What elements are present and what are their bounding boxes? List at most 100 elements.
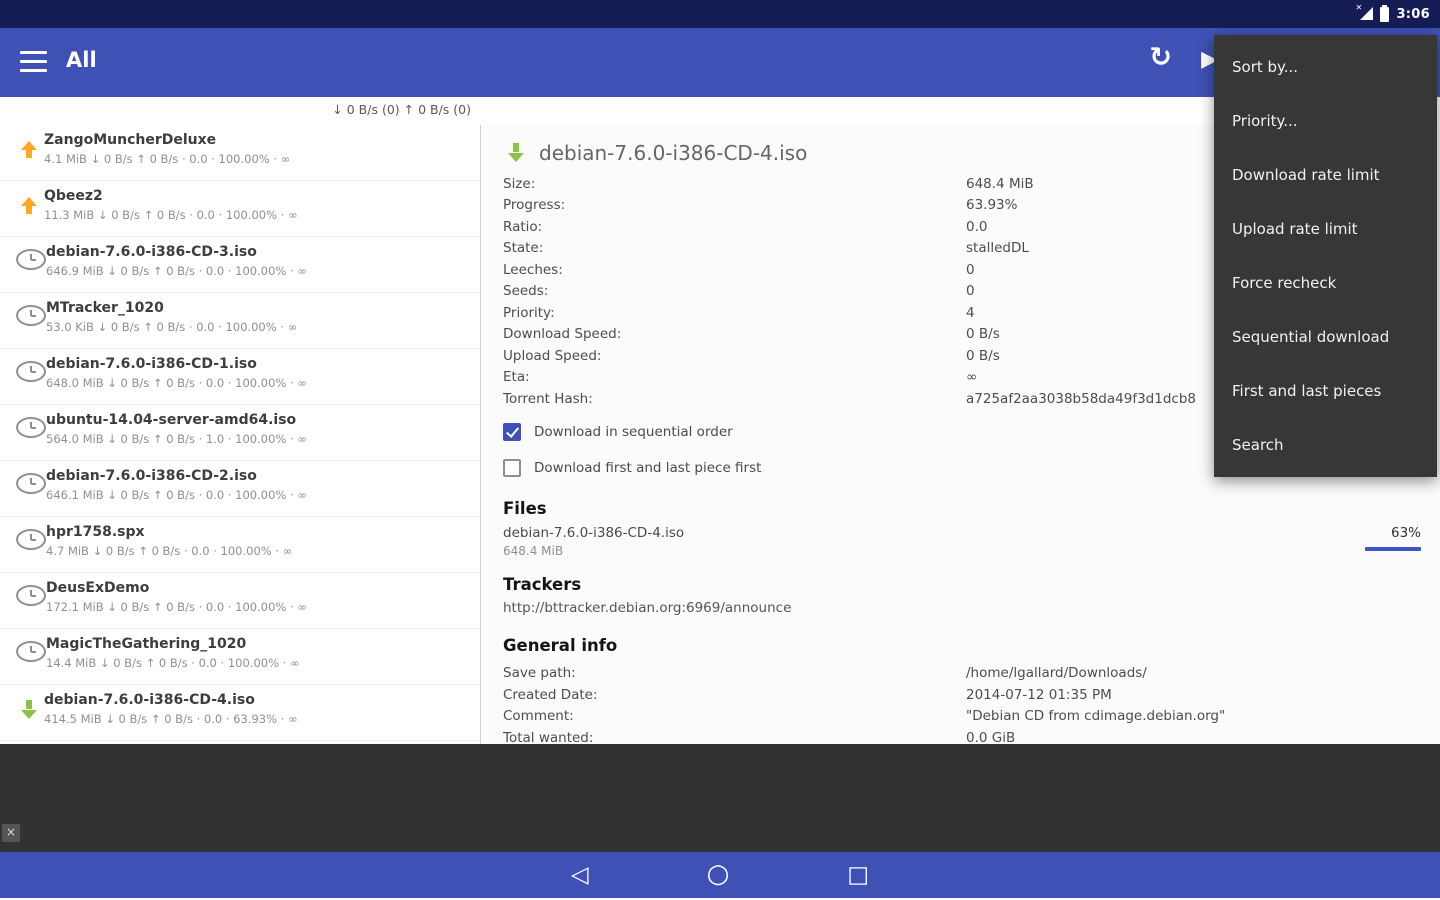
refresh-icon[interactable]: ↻ bbox=[1149, 42, 1172, 73]
torrent-name: ZangoMuncherDeluxe bbox=[44, 132, 217, 148]
menu-item-sort-by[interactable]: Sort by... bbox=[1214, 40, 1437, 94]
close-icon[interactable]: × bbox=[2, 824, 20, 842]
info-value: a725af2aa3038b58da49f3d1dcb8 bbox=[966, 390, 1196, 407]
info-value: "Debian CD from cdimage.debian.org" bbox=[966, 708, 1226, 725]
torrent-status-icon bbox=[16, 529, 46, 550]
menu-item-first-and-last-pieces[interactable]: First and last pieces bbox=[1214, 364, 1437, 418]
info-value: ∞ bbox=[966, 369, 978, 386]
torrent-row[interactable]: hpr1758.spx 4.7 MiB ↓ 0 B/s ↑ 0 B/s · 0.… bbox=[0, 517, 480, 573]
torrent-row[interactable]: DeusExDemo 172.1 MiB ↓ 0 B/s ↑ 0 B/s · 0… bbox=[0, 573, 480, 629]
torrent-status-icon bbox=[16, 641, 46, 662]
general-info-table: Save path: /home/lgallard/Downloads/ Crea… bbox=[503, 663, 1421, 749]
torrent-stats: 646.1 MiB ↓ 0 B/s ↑ 0 B/s · 0.0 · 100.00… bbox=[46, 488, 307, 502]
detail-title: debian-7.6.0-i386-CD-4.iso bbox=[539, 141, 808, 165]
info-label: Download Speed: bbox=[503, 326, 622, 343]
info-label: Leeches: bbox=[503, 261, 563, 278]
info-value: 648.4 MiB bbox=[966, 175, 1034, 192]
speed-text: ↓ 0 B/s (0) ↑ 0 B/s (0) bbox=[332, 102, 471, 117]
info-label: Torrent Hash: bbox=[503, 390, 593, 407]
back-icon[interactable]: ◁ bbox=[571, 863, 589, 887]
torrent-stats: 564.0 MiB ↓ 0 B/s ↑ 0 B/s · 1.0 · 100.00… bbox=[46, 432, 307, 446]
info-label: Comment: bbox=[503, 708, 574, 725]
info-label: Created Date: bbox=[503, 686, 598, 703]
torrent-row[interactable]: Qbeez2 11.3 MiB ↓ 0 B/s ↑ 0 B/s · 0.0 · … bbox=[0, 181, 480, 237]
general-info-section-header: General info bbox=[503, 635, 618, 655]
torrent-name: MagicTheGathering_1020 bbox=[46, 636, 247, 652]
torrent-stats: 14.4 MiB ↓ 0 B/s ↑ 0 B/s · 0.0 · 100.00%… bbox=[46, 656, 300, 670]
checkbox-icon[interactable] bbox=[503, 458, 521, 477]
torrent-name: hpr1758.spx bbox=[46, 524, 145, 540]
info-label: Ratio: bbox=[503, 218, 543, 235]
checkbox-label: Download in sequential order bbox=[534, 423, 733, 440]
torrent-row[interactable]: ZangoMuncherDeluxe 4.1 MiB ↓ 0 B/s ↑ 0 B… bbox=[0, 125, 480, 181]
recents-icon[interactable]: □ bbox=[847, 863, 869, 887]
torrent-row[interactable]: ubuntu-14.04-server-amd64.iso 564.0 MiB … bbox=[0, 405, 480, 461]
info-value: /home/lgallard/Downloads/ bbox=[966, 665, 1147, 682]
torrent-row[interactable]: debian-7.6.0-i386-CD-1.iso 648.0 MiB ↓ 0… bbox=[0, 349, 480, 405]
home-icon[interactable]: ○ bbox=[707, 861, 730, 887]
info-value: 0 bbox=[966, 283, 975, 300]
info-value: stalledDL bbox=[966, 240, 1029, 257]
info-label: Priority: bbox=[503, 304, 555, 321]
menu-item-priority[interactable]: Priority... bbox=[1214, 94, 1437, 148]
torrent-status-icon bbox=[16, 417, 46, 438]
torrent-name: Qbeez2 bbox=[44, 188, 103, 204]
info-value: 0 B/s bbox=[966, 326, 1000, 343]
torrent-status-icon bbox=[16, 585, 46, 606]
download-arrow-icon bbox=[503, 140, 529, 166]
torrent-name: debian-7.6.0-i386-CD-4.iso bbox=[44, 692, 255, 708]
hamburger-menu-icon[interactable] bbox=[20, 51, 47, 72]
torrent-stats: 11.3 MiB ↓ 0 B/s ↑ 0 B/s · 0.0 · 100.00%… bbox=[44, 208, 298, 222]
global-speed-bar: ↓ 0 B/s (0) ↑ 0 B/s (0) bbox=[0, 97, 481, 125]
torrent-row[interactable]: debian-7.6.0-i386-CD-4.iso 414.5 MiB ↓ 0… bbox=[0, 685, 480, 741]
menu-item-sequential-download[interactable]: Sequential download bbox=[1214, 310, 1437, 364]
page-title: All bbox=[66, 48, 97, 72]
info-value: 4 bbox=[966, 304, 975, 321]
torrent-row[interactable]: MagicTheGathering_1020 14.4 MiB ↓ 0 B/s … bbox=[0, 629, 480, 685]
menu-item-search[interactable]: Search bbox=[1214, 418, 1437, 472]
info-value: 63.93% bbox=[966, 197, 1018, 214]
torrent-row[interactable]: debian-7.6.0-i386-CD-2.iso 646.1 MiB ↓ 0… bbox=[0, 461, 480, 517]
torrent-stats: 172.1 MiB ↓ 0 B/s ↑ 0 B/s · 0.0 · 100.00… bbox=[46, 600, 307, 614]
torrent-row[interactable]: MTracker_1020 53.0 KiB ↓ 0 B/s ↑ 0 B/s ·… bbox=[0, 293, 480, 349]
checkbox-icon[interactable] bbox=[503, 422, 521, 441]
info-value: 0.0 bbox=[966, 218, 988, 235]
status-time: 3:06 bbox=[1396, 6, 1430, 22]
torrent-status-icon bbox=[14, 697, 44, 723]
torrent-name: MTracker_1020 bbox=[46, 300, 164, 316]
info-label: Progress: bbox=[503, 197, 566, 214]
info-value: 0 B/s bbox=[966, 347, 1000, 364]
info-label: Save path: bbox=[503, 665, 576, 682]
torrent-status-icon bbox=[16, 473, 46, 494]
torrent-list: ZangoMuncherDeluxe 4.1 MiB ↓ 0 B/s ↑ 0 B… bbox=[0, 125, 481, 765]
file-progress-bar bbox=[1365, 546, 1421, 551]
overflow-menu: Sort by... Priority... Download rate lim… bbox=[1214, 35, 1437, 477]
torrent-status-icon bbox=[14, 193, 44, 219]
menu-item-upload-rate-limit[interactable]: Upload rate limit bbox=[1214, 202, 1437, 256]
menu-item-download-rate-limit[interactable]: Download rate limit bbox=[1214, 148, 1437, 202]
torrent-name: DeusExDemo bbox=[46, 580, 150, 596]
info-value: 2014-07-12 01:35 PM bbox=[966, 686, 1112, 703]
torrent-name: debian-7.6.0-i386-CD-3.iso bbox=[46, 244, 257, 260]
torrent-row[interactable]: debian-7.6.0-i386-CD-3.iso 646.9 MiB ↓ 0… bbox=[0, 237, 480, 293]
file-name: debian-7.6.0-i386-CD-4.iso bbox=[503, 524, 685, 541]
info-label: Seeds: bbox=[503, 283, 549, 300]
ad-banner-area: × bbox=[0, 744, 1440, 852]
info-label: Size: bbox=[503, 175, 536, 192]
files-section-header: Files bbox=[503, 498, 547, 518]
torrent-stats: 646.9 MiB ↓ 0 B/s ↑ 0 B/s · 0.0 · 100.00… bbox=[46, 264, 307, 278]
torrent-stats: 4.1 MiB ↓ 0 B/s ↑ 0 B/s · 0.0 · 100.00% … bbox=[44, 152, 291, 166]
torrent-status-icon bbox=[14, 137, 44, 163]
info-label: Upload Speed: bbox=[503, 347, 602, 364]
app-screen: ✕ 3:06 All ↻ ▶ ↓ 0 B/s (0) ↑ 0 B/s (0) Z… bbox=[0, 0, 1440, 900]
tracker-url[interactable]: http://bttracker.debian.org:6969/announc… bbox=[503, 600, 1421, 620]
torrent-name: ubuntu-14.04-server-amd64.iso bbox=[46, 412, 297, 428]
torrent-stats: 4.7 MiB ↓ 0 B/s ↑ 0 B/s · 0.0 · 100.00% … bbox=[46, 544, 293, 558]
torrent-stats: 648.0 MiB ↓ 0 B/s ↑ 0 B/s · 0.0 · 100.00… bbox=[46, 376, 307, 390]
menu-item-force-recheck[interactable]: Force recheck bbox=[1214, 256, 1437, 310]
file-row[interactable]: debian-7.6.0-i386-CD-4.iso 648.4 MiB 63% bbox=[503, 525, 1421, 561]
file-percent: 63% bbox=[1390, 524, 1421, 541]
network-signal-icon: ✕ bbox=[1355, 3, 1374, 21]
trackers-section-header: Trackers bbox=[503, 574, 582, 594]
checkbox-label: Download first and last piece first bbox=[534, 459, 762, 476]
